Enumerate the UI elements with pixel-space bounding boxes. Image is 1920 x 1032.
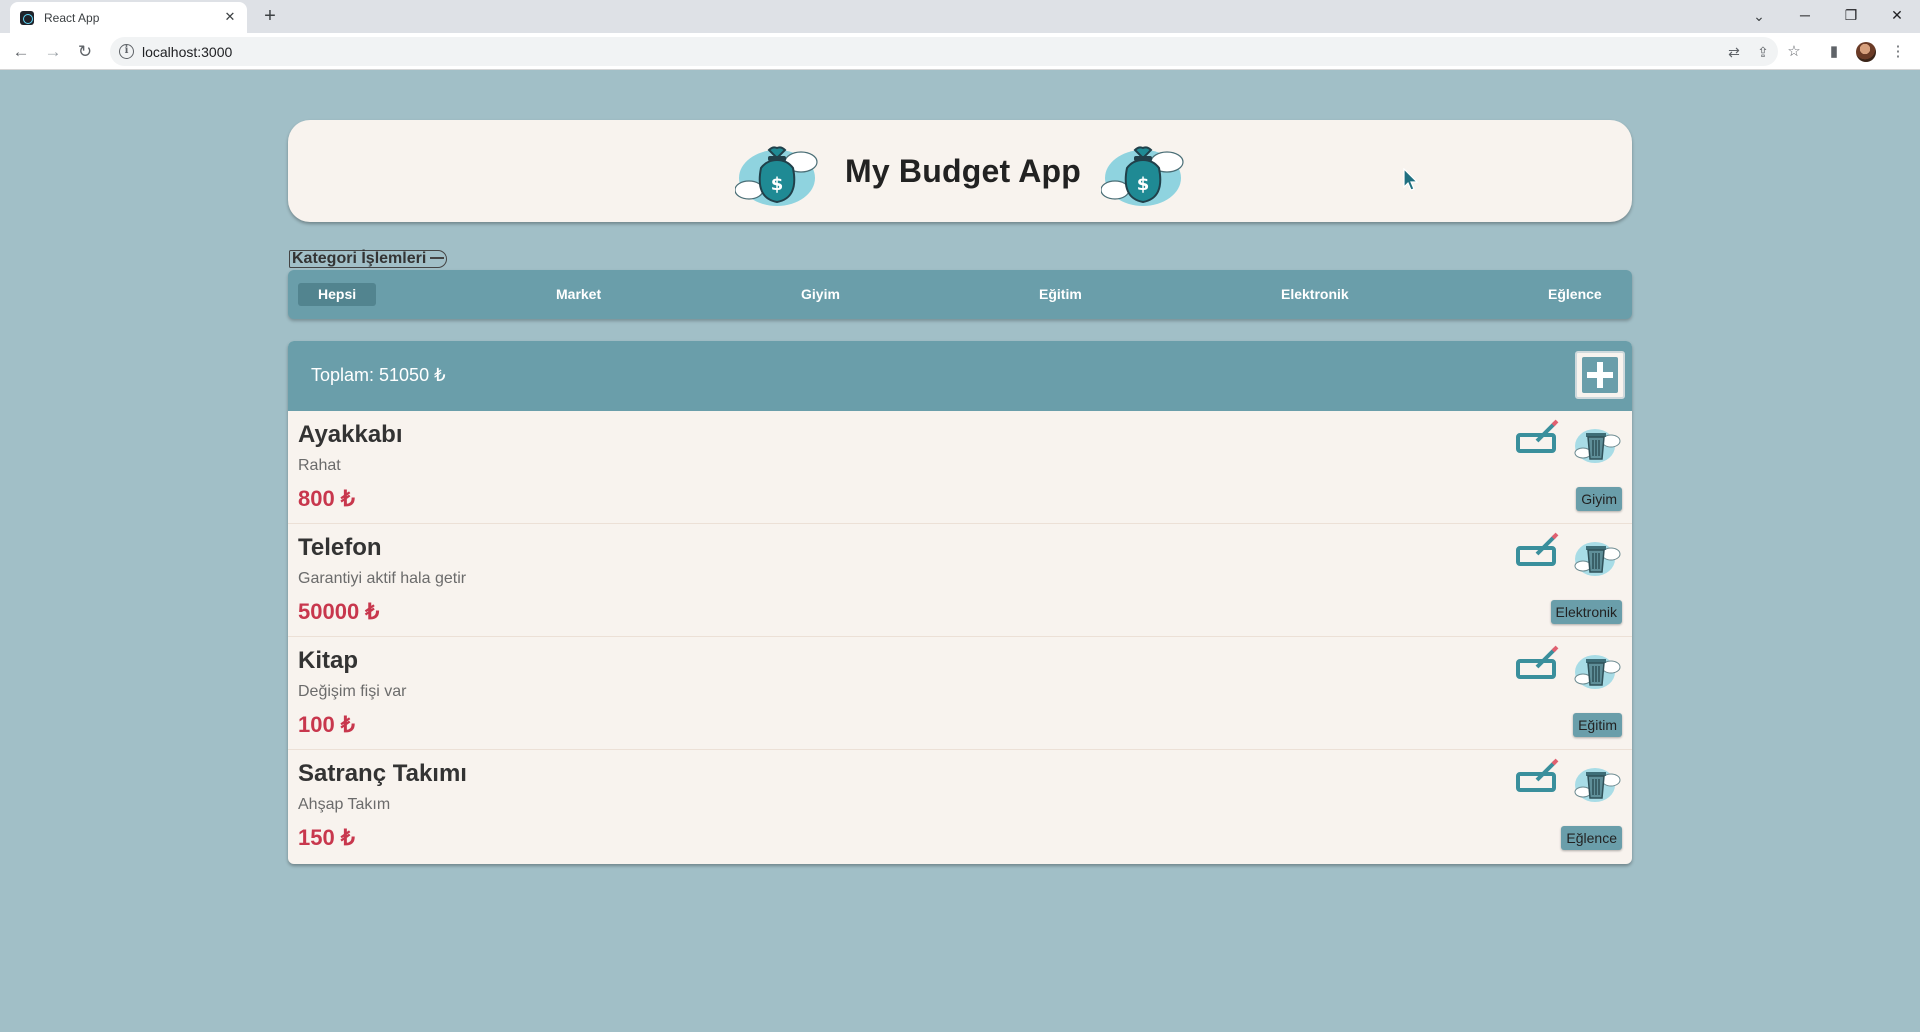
expense-amount: 50000 ₺ [298, 599, 380, 624]
react-favicon-icon [20, 11, 34, 25]
mouse-cursor-icon [1403, 168, 1419, 191]
expense-amount: 100 ₺ [298, 712, 355, 737]
total-bar: Toplam: 51050 ₺ [288, 341, 1632, 411]
bookmark-star-icon[interactable]: ☆ [1780, 38, 1808, 66]
add-expense-button[interactable] [1575, 351, 1625, 399]
expense-name: Kitap [298, 647, 358, 674]
edit-icon[interactable] [1515, 645, 1559, 683]
expense-category-badge: Giyim [1576, 487, 1622, 511]
edit-icon[interactable] [1515, 758, 1559, 796]
expense-category-badge: Eğlence [1561, 826, 1622, 850]
expense-name: Satranç Takımı [298, 760, 467, 787]
expense-category-badge: Eğitim [1573, 713, 1622, 737]
edit-icon[interactable] [1515, 419, 1559, 457]
share-icon[interactable]: ⇪ [1753, 42, 1773, 62]
browser-toolbar: ← → ↻ i localhost:3000 ⇄ ⇪ ☆ ▮ ⋮ [0, 33, 1920, 70]
reload-icon[interactable]: ↻ [71, 38, 99, 66]
category-tab-market[interactable]: Market [556, 283, 601, 306]
browser-menu-icon[interactable]: ⋮ [1884, 38, 1912, 66]
expense-amount: 150 ₺ [298, 825, 355, 850]
browser-tabstrip: React App ✕ + ⌄ ─ ❐ ✕ [0, 0, 1920, 33]
tab-title: React App [44, 11, 100, 25]
window-restore-button[interactable]: ❐ [1828, 0, 1874, 30]
window-minimize-button[interactable]: ─ [1782, 0, 1828, 30]
money-bag-icon: $ [1101, 146, 1184, 206]
svg-text:$: $ [771, 174, 784, 195]
category-tab-egitim[interactable]: Eğitim [1039, 283, 1082, 306]
category-tab-hepsi[interactable]: Hepsi [298, 283, 377, 306]
address-bar[interactable]: i localhost:3000 ⇄ ⇪ [110, 37, 1778, 66]
site-info-icon[interactable]: i [119, 44, 134, 59]
category-tab-giyim[interactable]: Giyim [801, 283, 840, 306]
collapse-dash-icon [430, 256, 445, 259]
trash-icon[interactable] [1573, 649, 1621, 691]
translate-icon[interactable]: ⇄ [1724, 42, 1744, 62]
plus-icon [1582, 357, 1618, 393]
app-header: $ My Budget App $ [288, 120, 1632, 222]
expense-name: Telefon [298, 534, 382, 561]
total-amount: Toplam: 51050 ₺ [311, 365, 446, 385]
expense-item: Telefon Garantiyi aktif hala getir 50000… [288, 524, 1632, 637]
money-bag-icon: $ [734, 146, 818, 206]
tab-search-chevron-icon[interactable]: ⌄ [1747, 4, 1771, 28]
category-operations-toggle[interactable]: Kategori İşlemleri [289, 250, 448, 268]
back-arrow-icon[interactable]: ← [7, 38, 35, 66]
forward-arrow-icon[interactable]: → [39, 38, 67, 66]
svg-text:$: $ [1137, 174, 1150, 195]
browser-tab[interactable]: React App ✕ [10, 2, 247, 33]
new-tab-button[interactable]: + [258, 5, 282, 29]
expense-item: Kitap Değişim fişi var 100 ₺ Eğitim [288, 637, 1632, 750]
profile-avatar[interactable] [1856, 42, 1876, 62]
expense-description: Rahat [298, 457, 341, 474]
tab-close-icon[interactable]: ✕ [221, 8, 239, 26]
trash-icon[interactable] [1573, 762, 1621, 804]
edit-icon[interactable] [1515, 532, 1559, 570]
trash-icon[interactable] [1573, 536, 1621, 578]
expense-item: Ayakkabı Rahat 800 ₺ Giyim [288, 411, 1632, 524]
expense-amount: 800 ₺ [298, 486, 355, 511]
expense-description: Ahşap Takım [298, 796, 391, 813]
trash-icon[interactable] [1573, 423, 1621, 465]
expense-description: Değişim fişi var [298, 683, 407, 700]
side-panel-icon[interactable]: ▮ [1820, 38, 1848, 66]
category-operations-label: Kategori İşlemleri [292, 250, 427, 267]
expense-description: Garantiyi aktif hala getir [298, 570, 467, 587]
url-text[interactable]: localhost:3000 [142, 44, 232, 60]
window-close-button[interactable]: ✕ [1874, 0, 1920, 30]
category-tab-eglence[interactable]: Eğlence [1548, 283, 1602, 306]
category-tab-elektronik[interactable]: Elektronik [1281, 283, 1349, 306]
expense-category-badge: Elektronik [1550, 600, 1622, 624]
category-filter-bar: Hepsi Market Giyim Eğitim Elektronik Eğl… [288, 270, 1632, 319]
expense-list-card: Toplam: 51050 ₺ Ayakkabı Rahat 800 ₺ Giy… [288, 341, 1632, 864]
expense-item: Satranç Takımı Ahşap Takım 150 ₺ Eğlence [288, 750, 1632, 863]
app-title: My Budget App [844, 152, 1082, 189]
expense-name: Ayakkabı [298, 421, 403, 448]
